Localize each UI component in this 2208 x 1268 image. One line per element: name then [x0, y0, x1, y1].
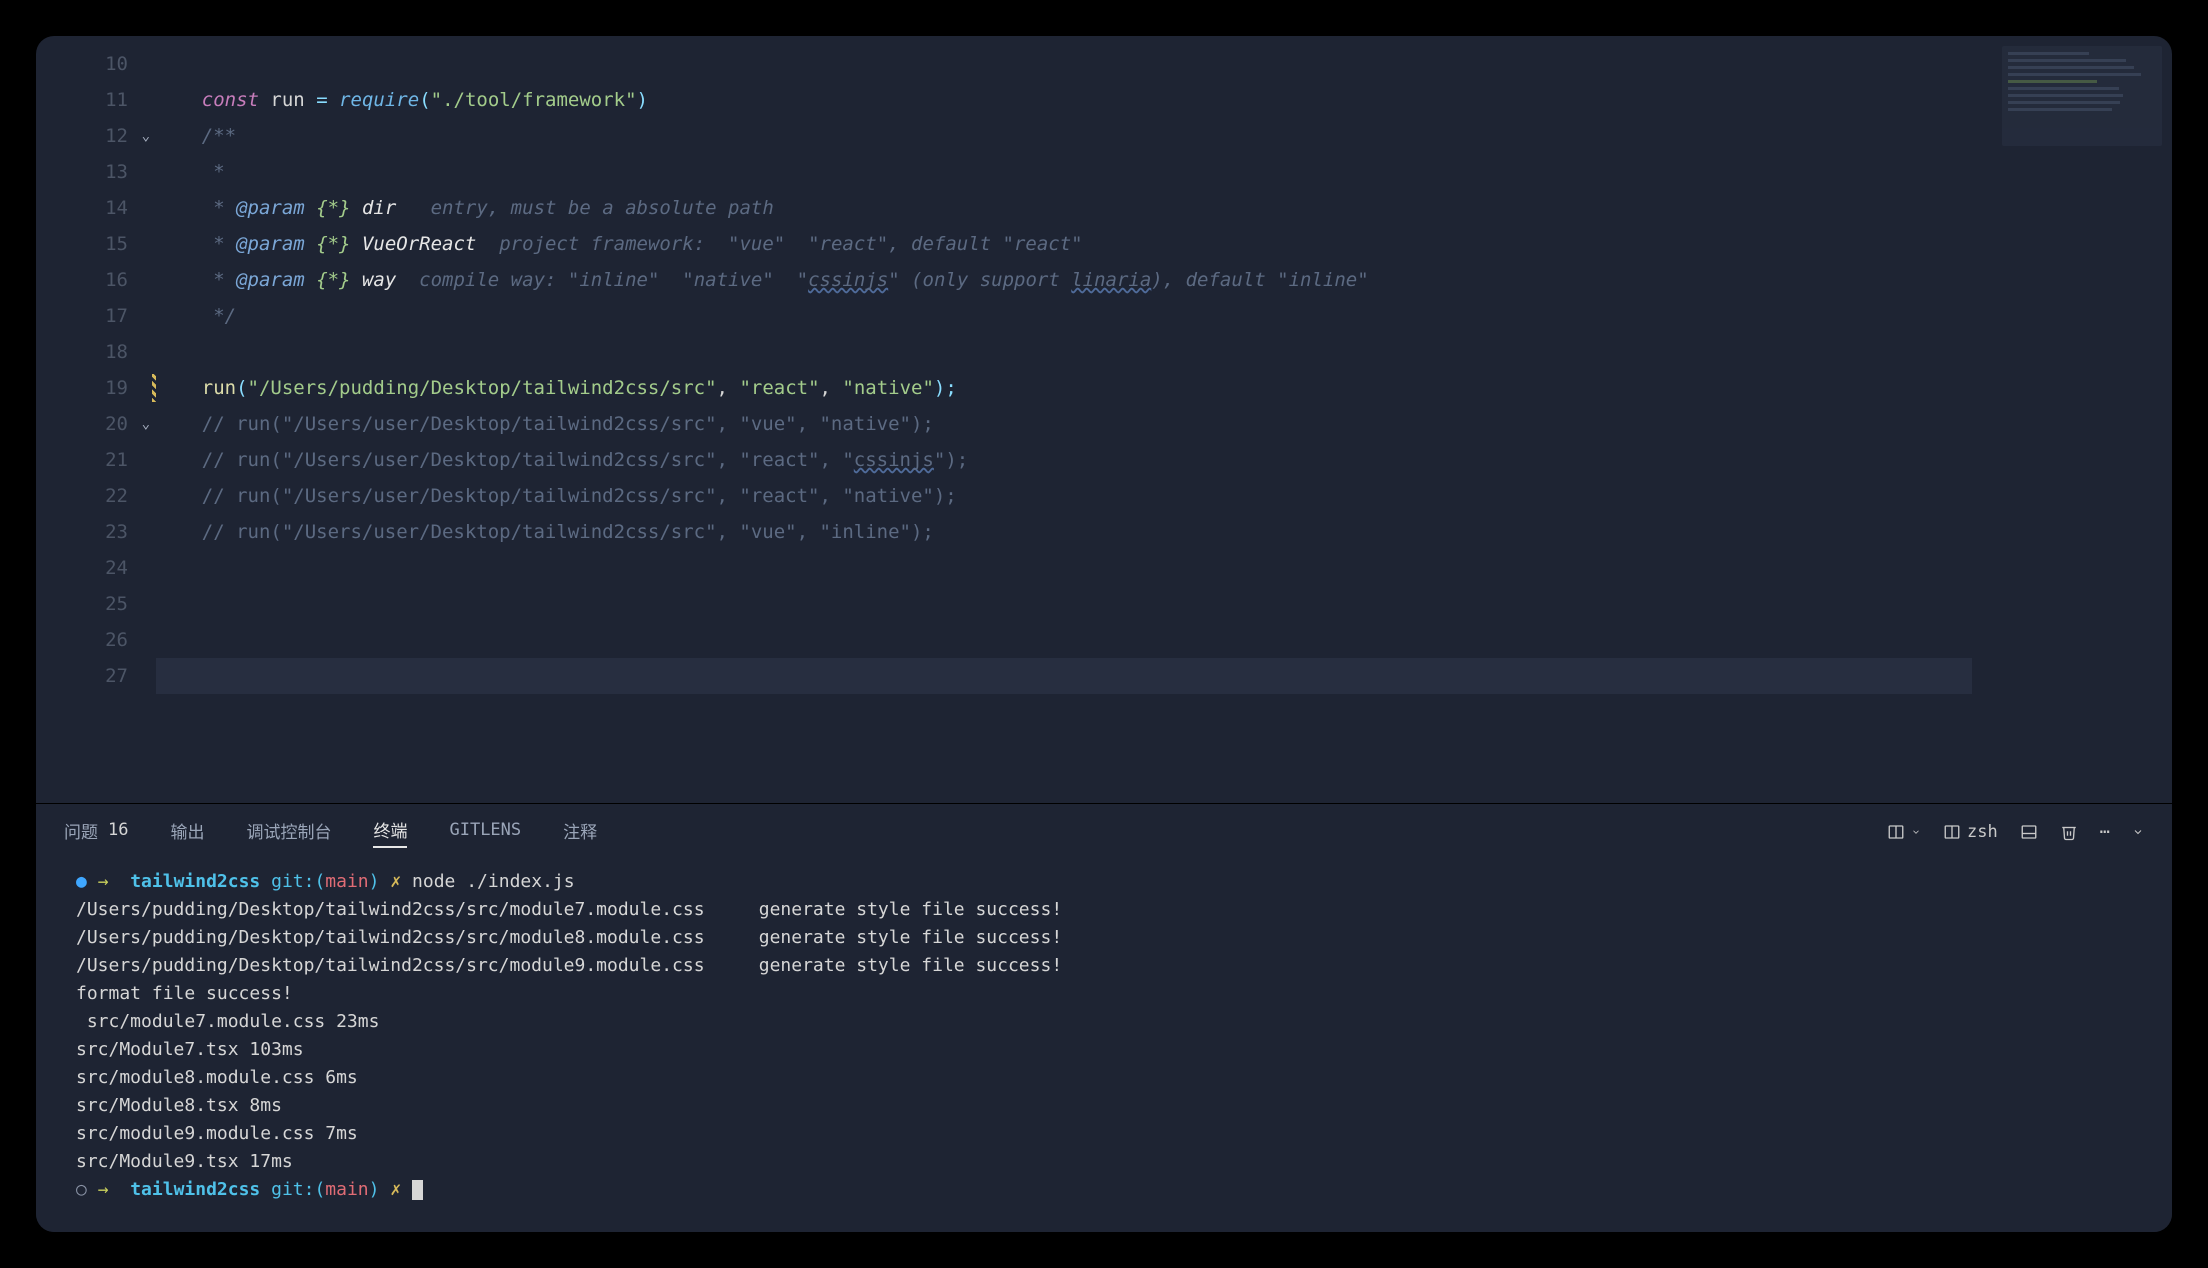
terminal-line: /Users/pudding/Desktop/tailwind2css/src/…: [76, 952, 2144, 980]
terminal-line: src/module7.module.css 23ms: [76, 1008, 2144, 1036]
tab-label: 终端: [373, 817, 407, 842]
code-line[interactable]: * @param {*} VueOrReact project framewor…: [156, 226, 2172, 262]
line-number: 18: [36, 334, 128, 370]
modified-indicator: [152, 374, 156, 402]
terminal-line: src/module9.module.css 7ms: [76, 1120, 2144, 1148]
code-line[interactable]: // run("/Users/user/Desktop/tailwind2css…: [156, 406, 2172, 442]
code-line[interactable]: // run("/Users/user/Desktop/tailwind2css…: [156, 442, 2172, 478]
line-number: 20⌄: [36, 406, 128, 442]
fold-chevron-icon[interactable]: ⌄: [142, 118, 150, 154]
code-line[interactable]: /**: [156, 118, 2172, 154]
more-actions-button[interactable]: ⋯: [2100, 822, 2110, 842]
tab-comments[interactable]: 注释: [563, 818, 597, 847]
line-number: 23: [36, 514, 128, 550]
problems-count: 16: [108, 820, 128, 840]
tab-label: GITLENS: [449, 820, 521, 840]
terminal-line: src/Module9.tsx 17ms: [76, 1148, 2144, 1176]
line-number: 26: [36, 622, 128, 658]
line-number: 14: [36, 190, 128, 226]
tab-label: 输出: [170, 818, 204, 843]
code-line[interactable]: * @param {*} dir entry, must be a absolu…: [156, 190, 2172, 226]
line-number-gutter: 101112⌄1314151617181920⌄21222324252627: [36, 36, 156, 803]
line-number: 21: [36, 442, 128, 478]
line-number: 16: [36, 262, 128, 298]
terminal-cursor: [412, 1180, 423, 1200]
bottom-panel: 问题 16 输出 调试控制台 终端 GITLENS 注释: [36, 803, 2172, 1232]
shell-name: zsh: [1967, 822, 1998, 842]
fold-chevron-icon[interactable]: ⌄: [142, 406, 150, 442]
line-number: 15: [36, 226, 128, 262]
panel-actions: zsh ⋯: [1887, 822, 2144, 842]
terminal-line: /Users/pudding/Desktop/tailwind2css/src/…: [76, 924, 2144, 952]
line-number: 11: [36, 82, 128, 118]
maximize-panel-button[interactable]: [2020, 823, 2038, 841]
code-area[interactable]: const run = require("./tool/framework") …: [156, 36, 2172, 803]
tab-problems[interactable]: 问题 16: [64, 818, 128, 847]
terminal-line: src/Module8.tsx 8ms: [76, 1092, 2144, 1120]
line-number: 17: [36, 298, 128, 334]
terminal-prompt: ○ → tailwind2css git:(main) ✗: [76, 1176, 2144, 1204]
line-number: 19: [36, 370, 128, 406]
editor-window: 101112⌄1314151617181920⌄21222324252627 c…: [36, 36, 2172, 1232]
code-line[interactable]: [156, 334, 2172, 370]
terminal-line: /Users/pudding/Desktop/tailwind2css/src/…: [76, 896, 2144, 924]
tab-output[interactable]: 输出: [170, 818, 204, 847]
tab-label: 问题: [64, 818, 98, 843]
terminal-output[interactable]: ● → tailwind2css git:(main) ✗ node ./ind…: [36, 860, 2172, 1232]
code-line[interactable]: *: [156, 154, 2172, 190]
line-number: 22: [36, 478, 128, 514]
terminal-line: src/module8.module.css 6ms: [76, 1064, 2144, 1092]
line-number: 10: [36, 46, 128, 82]
code-line[interactable]: run("/Users/pudding/Desktop/tailwind2css…: [156, 370, 2172, 406]
line-number: 13: [36, 154, 128, 190]
terminal-profile[interactable]: zsh: [1943, 822, 1998, 842]
tab-label: 注释: [563, 818, 597, 843]
tab-terminal[interactable]: 终端: [373, 817, 407, 848]
code-line[interactable]: // run("/Users/user/Desktop/tailwind2css…: [156, 514, 2172, 550]
code-line[interactable]: const run = require("./tool/framework"): [156, 82, 2172, 118]
terminal-line: src/Module7.tsx 103ms: [76, 1036, 2144, 1064]
panel-tabs: 问题 16 输出 调试控制台 终端 GITLENS 注释: [36, 804, 2172, 860]
minimap[interactable]: [2002, 46, 2162, 146]
terminal-prompt: ● → tailwind2css git:(main) ✗ node ./ind…: [76, 868, 2144, 896]
code-line[interactable]: // run("/Users/user/Desktop/tailwind2css…: [156, 478, 2172, 514]
line-number: 25: [36, 586, 128, 622]
code-line[interactable]: * @param {*} way compile way: "inline" "…: [156, 262, 2172, 298]
tab-gitlens[interactable]: GITLENS: [449, 820, 521, 844]
code-line[interactable]: */: [156, 298, 2172, 334]
tab-label: 调试控制台: [246, 818, 331, 843]
kill-terminal-button[interactable]: [2060, 823, 2078, 841]
line-number: 27: [36, 658, 128, 694]
terminal-line: format file success!: [76, 980, 2144, 1008]
tab-debug-console[interactable]: 调试控制台: [246, 818, 331, 847]
split-terminal-dropdown-button[interactable]: [1887, 823, 1921, 841]
code-line[interactable]: [156, 46, 2172, 82]
close-panel-button[interactable]: [2132, 826, 2144, 838]
line-number: 24: [36, 550, 128, 586]
code-editor[interactable]: 101112⌄1314151617181920⌄21222324252627 c…: [36, 36, 2172, 803]
code-line[interactable]: [156, 658, 1972, 694]
code-line[interactable]: [156, 622, 2172, 658]
code-line[interactable]: [156, 586, 2172, 622]
code-line[interactable]: [156, 550, 2172, 586]
line-number: 12⌄: [36, 118, 128, 154]
